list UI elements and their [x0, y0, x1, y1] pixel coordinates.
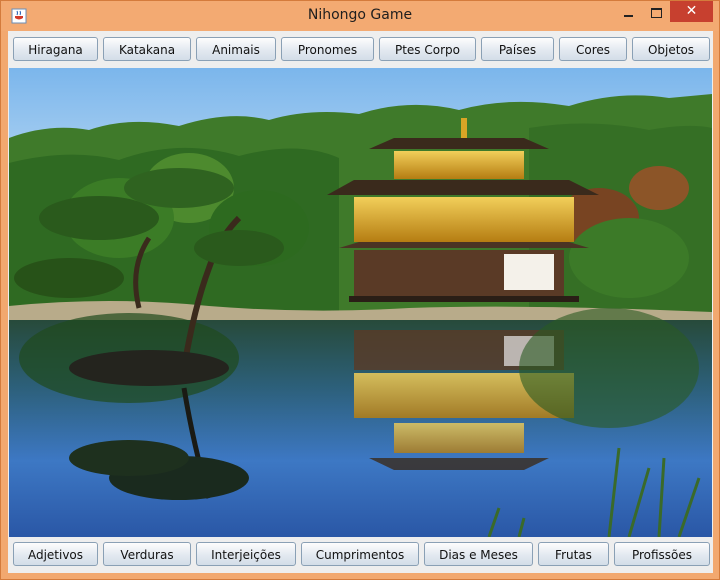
close-icon: ✕: [685, 3, 698, 19]
minimize-button[interactable]: [619, 3, 639, 23]
bottom-button-bar: Adjetivos Verduras Interjeições Cumprime…: [8, 536, 713, 574]
profissoes-button[interactable]: Profissões: [614, 542, 710, 566]
verduras-button[interactable]: Verduras: [103, 542, 191, 566]
ptes-corpo-button[interactable]: Ptes Corpo: [379, 37, 476, 61]
interjeicoes-button[interactable]: Interjeições: [196, 542, 296, 566]
animais-button[interactable]: Animais: [196, 37, 276, 61]
objetos-button[interactable]: Objetos: [632, 37, 710, 61]
kinkakuji-temple-image: [9, 68, 712, 537]
scene-illustration: [9, 68, 712, 537]
pronomes-button[interactable]: Pronomes: [281, 37, 374, 61]
app-window: Nihongo Game ✕ Hiragana Katakana Animais…: [0, 0, 720, 580]
content-panel: Hiragana Katakana Animais Pronomes Ptes …: [8, 31, 713, 573]
frutas-button[interactable]: Frutas: [538, 542, 609, 566]
cumprimentos-button[interactable]: Cumprimentos: [301, 542, 419, 566]
cores-button[interactable]: Cores: [559, 37, 627, 61]
top-button-bar: Hiragana Katakana Animais Pronomes Ptes …: [8, 31, 713, 69]
katakana-button[interactable]: Katakana: [103, 37, 191, 61]
paises-button[interactable]: Países: [481, 37, 554, 61]
title-bar[interactable]: Nihongo Game ✕: [1, 1, 719, 31]
dias-e-meses-button[interactable]: Dias e Meses: [424, 542, 533, 566]
maximize-button[interactable]: [646, 3, 668, 23]
adjetivos-button[interactable]: Adjetivos: [13, 542, 98, 566]
close-button[interactable]: ✕: [670, 1, 713, 22]
window-title: Nihongo Game: [307, 7, 413, 23]
hiragana-button[interactable]: Hiragana: [13, 37, 98, 61]
